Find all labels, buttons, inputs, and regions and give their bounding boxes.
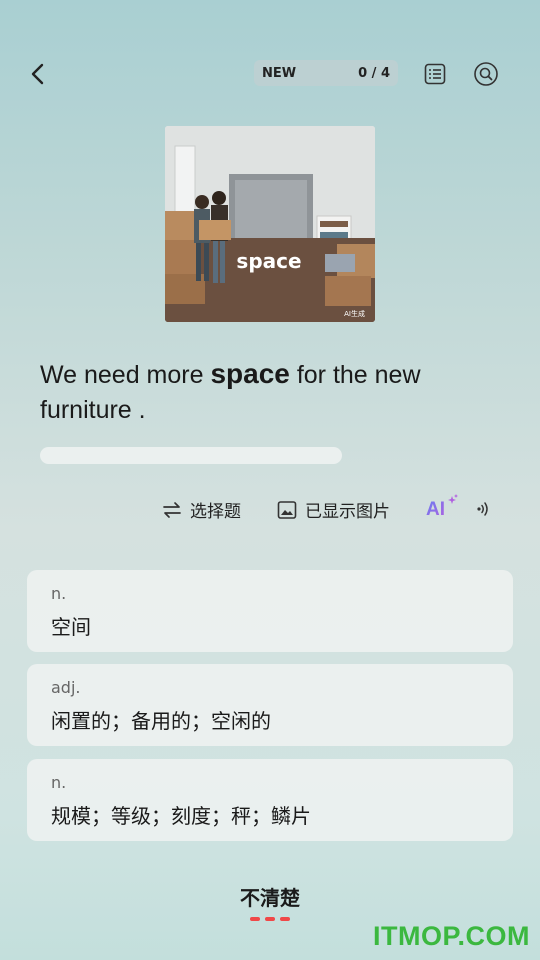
image-toggle-button[interactable]: 已显示图片 bbox=[277, 497, 390, 522]
progress-label: NEW bbox=[262, 65, 297, 81]
option-meaning: 空间 bbox=[51, 615, 91, 639]
option-pos: adj. bbox=[51, 678, 81, 697]
ai-assistant-button[interactable]: AI bbox=[425, 494, 459, 524]
ai-sparkle-icon: AI bbox=[426, 494, 458, 520]
audio-button[interactable] bbox=[470, 495, 498, 523]
speaker-wave-icon bbox=[477, 502, 488, 516]
chevron-left-icon bbox=[31, 63, 44, 85]
image-word-overlay: space bbox=[236, 249, 301, 273]
mode-toggle-button[interactable]: 选择题 bbox=[162, 497, 241, 522]
word-illustration: space AI生成 bbox=[165, 126, 375, 322]
example-sentence: We need more space for the new furniture… bbox=[40, 356, 500, 428]
option-meaning: 规模；等级；刻度；秤；鳞片 bbox=[51, 804, 311, 828]
not-sure-button[interactable]: 不清楚 bbox=[0, 882, 540, 911]
watermark-logo: ITMOP.COM bbox=[372, 921, 530, 951]
progress-indicator: NEW 0 / 4 bbox=[254, 60, 398, 86]
search-button[interactable] bbox=[472, 60, 500, 88]
answer-option-2[interactable]: adj. 闲置的；备用的；空闲的 bbox=[27, 664, 513, 746]
option-meaning: 闲置的；备用的；空闲的 bbox=[51, 709, 271, 733]
mode-label: 选择题 bbox=[190, 502, 241, 522]
word-list-button[interactable] bbox=[421, 60, 449, 88]
sentence-before: We need more bbox=[40, 361, 211, 389]
answer-option-1[interactable]: n. 空间 bbox=[27, 570, 513, 652]
image-icon bbox=[277, 500, 297, 519]
option-pos: n. bbox=[51, 584, 67, 603]
progress-count: 0 / 4 bbox=[358, 65, 390, 81]
room-illustration: space AI生成 bbox=[165, 126, 375, 322]
answer-placeholder-bar bbox=[40, 447, 342, 464]
not-sure-indicator-dash bbox=[265, 917, 275, 921]
sentence-keyword: space bbox=[210, 358, 290, 389]
image-toggle-label: 已显示图片 bbox=[305, 502, 390, 522]
ai-generated-badge: AI生成 bbox=[344, 309, 365, 318]
search-icon bbox=[474, 62, 498, 86]
back-button[interactable] bbox=[24, 60, 52, 88]
answer-option-3[interactable]: n. 规模；等级；刻度；秤；鳞片 bbox=[27, 759, 513, 841]
swap-icon bbox=[163, 501, 181, 518]
not-sure-indicator-dash bbox=[250, 917, 260, 921]
not-sure-indicator-dash bbox=[280, 917, 290, 921]
list-icon bbox=[424, 63, 446, 85]
option-pos: n. bbox=[51, 773, 67, 792]
ai-label: AI bbox=[426, 499, 445, 520]
